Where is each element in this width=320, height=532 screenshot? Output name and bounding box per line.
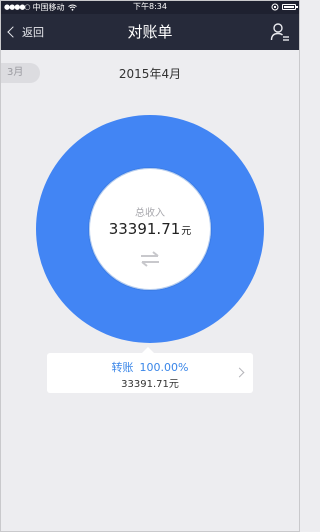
donut-center: 总收入 33391.71元 xyxy=(36,115,264,343)
rotation-lock-icon xyxy=(271,3,279,11)
swap-arrows-icon[interactable] xyxy=(138,250,162,268)
user-list-icon[interactable] xyxy=(270,22,290,42)
battery-icon xyxy=(282,4,298,10)
page-title: 对账单 xyxy=(127,23,173,41)
detail-header: 转账 100.00% xyxy=(47,359,253,375)
status-time: 下午8:34 xyxy=(133,2,167,11)
total-income-label: 总收入 xyxy=(135,208,165,219)
status-bar: ●●●●○ 中国移动 下午8:34 xyxy=(0,0,300,14)
total-income-amount: 33391.71元 xyxy=(36,220,264,238)
currency-unit: 元 xyxy=(181,226,192,237)
current-month-label: 2015年4月 xyxy=(118,67,182,81)
category-name: 转账 xyxy=(111,361,134,374)
status-right xyxy=(271,0,298,14)
category-amount: 33391.71元 xyxy=(121,379,179,390)
total-income-value: 33391.71 xyxy=(108,220,181,238)
income-donut-chart: 总收入 33391.71元 xyxy=(36,115,264,343)
category-percent: 100.00% xyxy=(139,361,189,374)
category-detail-card[interactable]: 转账 100.00% 33391.71元 xyxy=(47,347,253,393)
nav-bar: 返回 对账单 xyxy=(0,14,300,50)
